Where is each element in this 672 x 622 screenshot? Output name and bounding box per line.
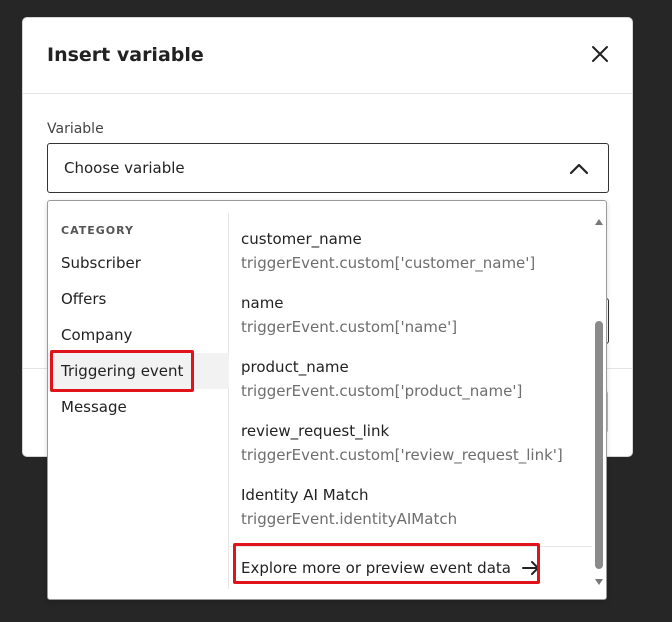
- chevron-up-icon: [569, 163, 589, 175]
- variable-name: product_name: [241, 358, 349, 376]
- modal-header: Insert variable: [23, 18, 632, 94]
- variable-item-product-name[interactable]: product_name triggerEvent.custom['produc…: [241, 358, 601, 400]
- scroll-up-arrow-icon[interactable]: [595, 219, 603, 225]
- select-value: Choose variable: [64, 159, 185, 177]
- scrollbar[interactable]: [594, 213, 604, 585]
- close-button[interactable]: [588, 42, 612, 66]
- variable-dropdown: CATEGORY Subscriber Offers Company Trigg…: [47, 200, 607, 600]
- explore-link-label: Explore more or preview event data: [241, 559, 511, 577]
- variable-name: review_request_link: [241, 422, 390, 440]
- category-subscriber[interactable]: Subscriber: [48, 245, 229, 281]
- category-triggering-event[interactable]: Triggering event: [48, 353, 229, 389]
- modal-title: Insert variable: [47, 44, 204, 66]
- variable-item-review-request-link[interactable]: review_request_link triggerEvent.custom[…: [241, 422, 601, 464]
- category-company[interactable]: Company: [48, 317, 229, 353]
- scroll-down-arrow-icon[interactable]: [595, 579, 603, 585]
- category-offers[interactable]: Offers: [48, 281, 229, 317]
- category-heading: CATEGORY: [61, 224, 134, 237]
- variable-item-customer-name[interactable]: customer_name triggerEvent.custom['custo…: [241, 230, 601, 272]
- category-message[interactable]: Message: [48, 389, 229, 425]
- list-divider: [229, 546, 592, 547]
- variable-name: customer_name: [241, 230, 362, 248]
- variable-path: triggerEvent.custom['product_name']: [241, 382, 523, 400]
- variable-path: triggerEvent.custom['review_request_link…: [241, 446, 563, 464]
- variable-name: Identity AI Match: [241, 486, 369, 504]
- variable-path: triggerEvent.custom['customer_name']: [241, 254, 536, 272]
- variable-name: name: [241, 294, 284, 312]
- variable-path: triggerEvent.identityAIMatch: [241, 510, 458, 528]
- arrow-right-icon: [521, 561, 539, 575]
- variable-item-identity-ai-match[interactable]: Identity AI Match triggerEvent.identityA…: [241, 486, 601, 528]
- variable-select[interactable]: Choose variable: [47, 143, 609, 193]
- variable-path: triggerEvent.custom['name']: [241, 318, 458, 336]
- category-list: CATEGORY Subscriber Offers Company Trigg…: [48, 213, 229, 589]
- explore-event-data-link[interactable]: Explore more or preview event data: [241, 557, 541, 579]
- close-icon: [592, 46, 608, 62]
- variable-list: customer_name triggerEvent.custom['custo…: [229, 201, 592, 599]
- variable-item-name[interactable]: name triggerEvent.custom['name']: [241, 294, 601, 336]
- scrollbar-thumb[interactable]: [595, 321, 603, 569]
- variable-label: Variable: [47, 121, 104, 137]
